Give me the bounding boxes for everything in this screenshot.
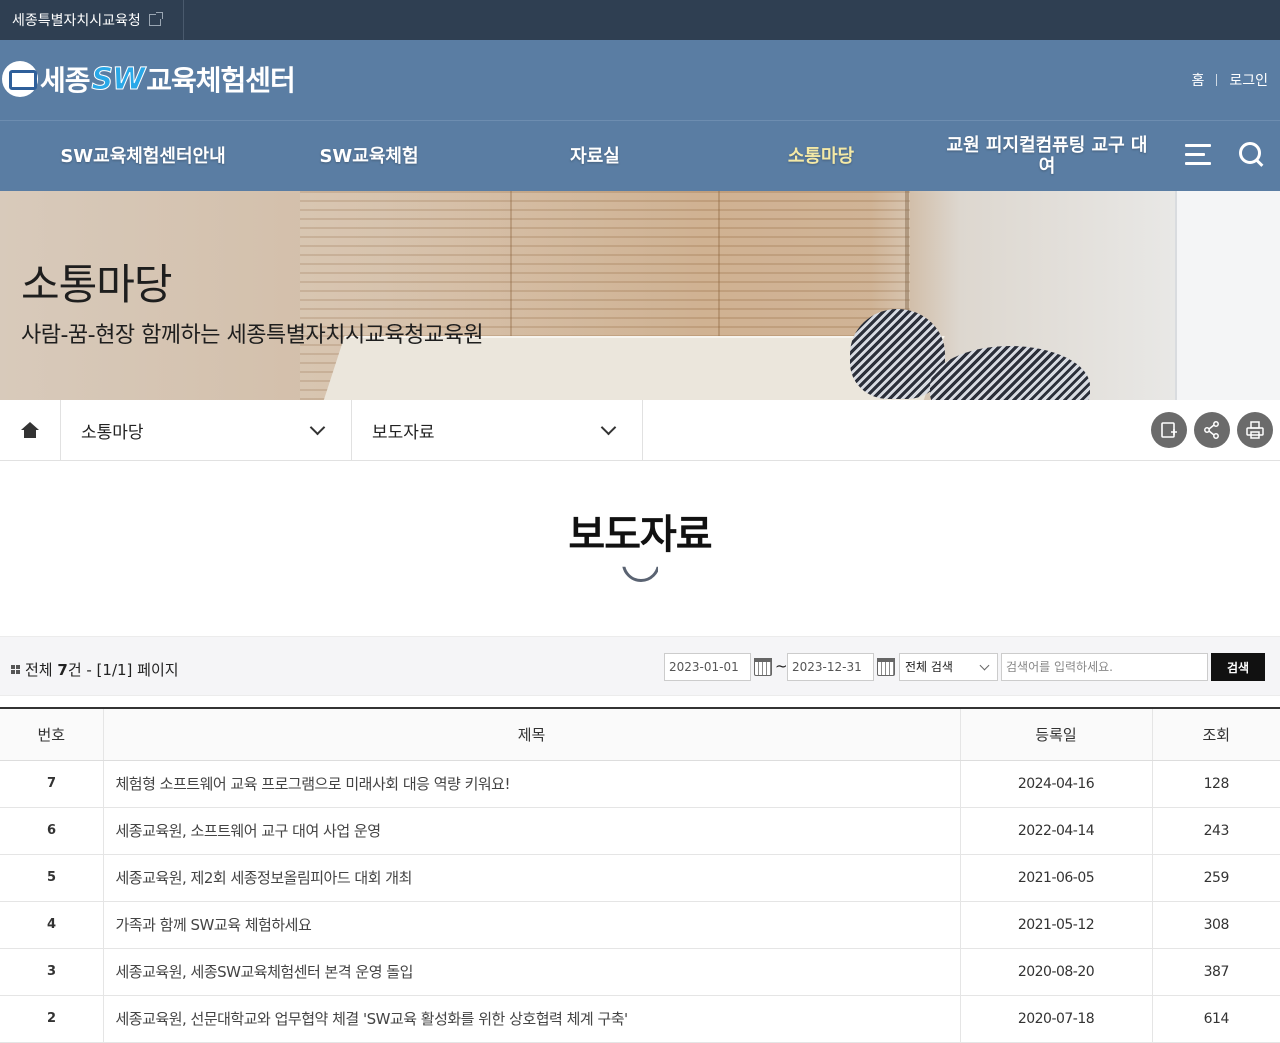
- home-link[interactable]: 홈: [1191, 70, 1204, 90]
- hero-door: [1175, 191, 1280, 400]
- site-header: 세종 SW 교육체험센터 홈 로그인: [0, 40, 1280, 120]
- add-bookmark-icon: [1161, 422, 1177, 438]
- date-range-separator: ~: [775, 657, 788, 675]
- row-title-link[interactable]: 세종교육원, 제2회 세종정보올림피아드 대회 개최: [103, 854, 961, 902]
- row-number: 2: [0, 995, 104, 1043]
- row-date: 2021-06-05: [960, 854, 1153, 902]
- print-button[interactable]: [1237, 412, 1273, 448]
- row-date: 2024-04-16: [960, 760, 1153, 808]
- table-header-row: 번호 제목 등록일 조회: [0, 708, 1280, 761]
- row-date: 2022-04-14: [960, 807, 1153, 855]
- grid-bullet-icon: [11, 665, 20, 674]
- row-views: 243: [1152, 807, 1280, 855]
- breadcrumb: 소통마당 보도자료: [0, 400, 1280, 461]
- page-title: 보도자료: [568, 512, 712, 558]
- table-row[interactable]: 2 세종교육원, 선문대학교와 업무협약 체결 'SW교육 활성화를 위한 상호…: [0, 995, 1280, 1043]
- org-link-label: 세종특별자치시교육청: [12, 13, 141, 29]
- breadcrumb-level2-label: 보도자료: [372, 422, 435, 443]
- search-button[interactable]: 검색: [1211, 653, 1265, 681]
- nav-item-sw-experience[interactable]: SW교육체험: [256, 121, 482, 191]
- table-row[interactable]: 5 세종교육원, 제2회 세종정보올림피아드 대회 개최 2021-06-05 …: [0, 854, 1280, 902]
- row-views: 308: [1152, 901, 1280, 949]
- top-utility-bar: 세종특별자치시교육청: [0, 0, 1280, 40]
- row-number: 6: [0, 807, 104, 855]
- hero-title: 소통마당: [21, 260, 173, 309]
- total-count: 전체 7건 - [1/1] 페이지: [11, 659, 179, 680]
- chevron-down-icon: [309, 419, 326, 436]
- breadcrumb-home[interactable]: [0, 400, 61, 460]
- logo-text-sw: SW: [91, 61, 146, 97]
- table-row[interactable]: 4 가족과 함께 SW교육 체험하세요 2021-05-12 308: [0, 901, 1280, 949]
- share-icon: [1204, 421, 1219, 439]
- add-bookmark-button[interactable]: [1151, 412, 1187, 448]
- hero-chair: [930, 346, 1090, 400]
- board-search-bar: 전체 7건 - [1/1] 페이지 2023-01-01 ~ 2023-12-3…: [0, 636, 1280, 696]
- date-to-field[interactable]: 2023-12-31: [787, 653, 874, 681]
- chevron-down-icon: [979, 660, 990, 671]
- hero-banner: 소통마당 사람-꿈-현장 함께하는 세종특별자치시교육청교육원: [0, 191, 1280, 400]
- table-row[interactable]: 7 체험형 소프트웨어 교육 프로그램으로 미래사회 대응 역량 키워요! 20…: [0, 760, 1280, 808]
- print-icon: [1246, 421, 1264, 439]
- table-row[interactable]: 3 세종교육원, 세종SW교육체험센터 본격 운영 돌입 2020-08-20 …: [0, 948, 1280, 996]
- date-from-field[interactable]: 2023-01-01: [664, 653, 751, 681]
- logo-text-sejong: 세종: [40, 64, 91, 97]
- column-header-date: 등록일: [960, 708, 1153, 761]
- nav-item-resources[interactable]: 자료실: [482, 121, 708, 191]
- total-prefix: 전체: [25, 661, 58, 679]
- row-title-link[interactable]: 세종교육원, 소프트웨어 교구 대여 사업 운영: [103, 807, 961, 855]
- chevron-down-icon: [600, 419, 617, 436]
- row-number: 4: [0, 901, 104, 949]
- row-date: 2020-07-18: [960, 995, 1153, 1043]
- hero-subtitle: 사람-꿈-현장 함께하는 세종특별자치시교육청교육원: [21, 323, 484, 348]
- header-utility-links: 홈 로그인: [1191, 70, 1268, 90]
- row-number: 3: [0, 948, 104, 996]
- keyword-input[interactable]: [1001, 653, 1208, 681]
- row-title-link[interactable]: 세종교육원, 세종SW교육체험센터 본격 운영 돌입: [103, 948, 961, 996]
- total-suffix: 건 - [1/1] 페이지: [67, 661, 179, 679]
- title-decoration-icon: [622, 566, 658, 588]
- row-title-link[interactable]: 가족과 함께 SW교육 체험하세요: [103, 901, 961, 949]
- search-icon[interactable]: [1239, 142, 1265, 168]
- hamburger-icon[interactable]: [1185, 144, 1211, 166]
- row-title-link[interactable]: 체험형 소프트웨어 교육 프로그램으로 미래사회 대응 역량 키워요!: [103, 760, 961, 808]
- row-number: 7: [0, 760, 104, 808]
- login-link[interactable]: 로그인: [1229, 70, 1268, 90]
- logo-emblem-icon: [2, 61, 38, 97]
- column-header-views: 조회: [1152, 708, 1280, 761]
- logo-text-center: 교육체험센터: [146, 64, 296, 97]
- row-number: 5: [0, 854, 104, 902]
- calendar-icon[interactable]: [877, 658, 895, 676]
- breadcrumb-level2-dropdown[interactable]: 보도자료: [352, 400, 643, 460]
- row-views: 259: [1152, 854, 1280, 902]
- nav-item-community[interactable]: 소통마당: [708, 121, 934, 191]
- share-button[interactable]: [1194, 412, 1230, 448]
- breadcrumb-level1-dropdown[interactable]: 소통마당: [61, 400, 352, 460]
- calendar-icon[interactable]: [754, 658, 772, 676]
- row-views: 614: [1152, 995, 1280, 1043]
- column-header-title: 제목: [103, 708, 961, 761]
- press-release-table: 번호 제목 등록일 조회 7 체험형 소프트웨어 교육 프로그램으로 미래사회 …: [0, 707, 1280, 1043]
- main-nav: SW교육체험센터안내 SW교육체험 자료실 소통마당 교원 피지컬컴퓨팅 교구 …: [0, 120, 1280, 191]
- nav-item-center-info[interactable]: SW교육체험센터안내: [30, 121, 256, 191]
- site-logo[interactable]: 세종 SW 교육체험센터: [2, 59, 296, 99]
- row-title-link[interactable]: 세종교육원, 선문대학교와 업무협약 체결 'SW교육 활성화를 위한 상호협력…: [103, 995, 961, 1043]
- row-views: 387: [1152, 948, 1280, 996]
- breadcrumb-level1-label: 소통마당: [81, 422, 144, 443]
- row-date: 2021-05-12: [960, 901, 1153, 949]
- search-scope-value: 전체 검색: [905, 660, 953, 674]
- total-number: 7: [57, 661, 68, 679]
- column-header-no: 번호: [0, 708, 104, 761]
- row-date: 2020-08-20: [960, 948, 1153, 996]
- row-views: 128: [1152, 760, 1280, 808]
- home-icon: [21, 422, 39, 438]
- utility-divider: [1216, 74, 1218, 86]
- nav-item-equipment-rental[interactable]: 교원 피지컬컴퓨팅 교구 대여: [934, 121, 1160, 191]
- table-row[interactable]: 6 세종교육원, 소프트웨어 교구 대여 사업 운영 2022-04-14 24…: [0, 807, 1280, 855]
- search-scope-select[interactable]: 전체 검색: [899, 653, 998, 681]
- external-link-icon: [148, 12, 163, 26]
- org-external-link[interactable]: 세종특별자치시교육청: [0, 0, 184, 40]
